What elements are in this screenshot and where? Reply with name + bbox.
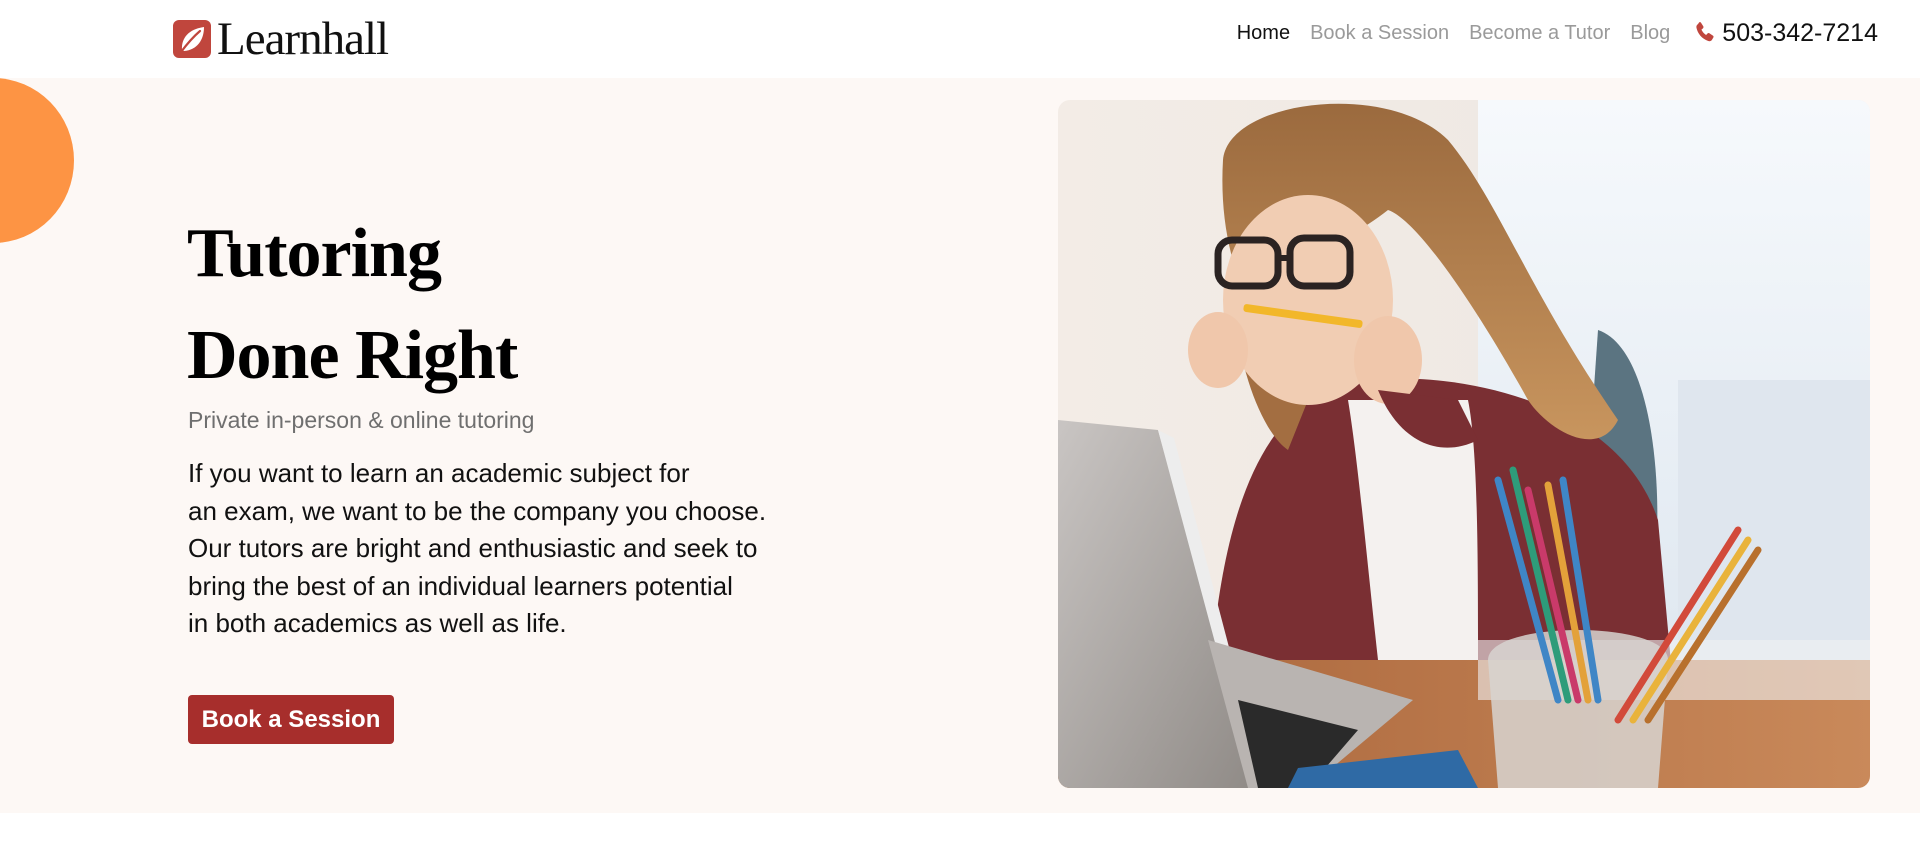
description-line: bring the best of an individual learners… bbox=[188, 570, 733, 601]
main-nav: Home Book a Session Become a Tutor Blog … bbox=[1217, 18, 1878, 48]
logo[interactable]: Learnhall bbox=[173, 13, 389, 65]
decorative-blob bbox=[0, 78, 74, 243]
student-with-laptop-photo bbox=[1058, 100, 1870, 788]
hero-title-line: Tutoring bbox=[187, 215, 442, 292]
hero-section: Tutoring Done Right Private in-person & … bbox=[0, 78, 1920, 813]
brand-name: Learnhall bbox=[217, 13, 389, 65]
hero-description: If you want to learn an academic subject… bbox=[188, 455, 828, 643]
nav-book-a-session[interactable]: Book a Session bbox=[1310, 18, 1449, 48]
nav-become-a-tutor[interactable]: Become a Tutor bbox=[1469, 18, 1610, 48]
phone-number: 503-342-7214 bbox=[1722, 19, 1878, 47]
description-line: in both academics as well as life. bbox=[188, 608, 567, 638]
description-line: Our tutors are bright and enthusiastic a… bbox=[188, 533, 758, 563]
hero-title-line: Done Right bbox=[187, 317, 518, 394]
phone-link[interactable]: 503-342-7214 bbox=[1692, 18, 1878, 48]
hero-subtitle: Private in-person & online tutoring bbox=[188, 407, 535, 433]
leaf-icon bbox=[173, 20, 211, 58]
nav-home[interactable]: Home bbox=[1237, 18, 1290, 48]
book-session-button[interactable]: Book a Session bbox=[188, 695, 394, 744]
phone-icon bbox=[1692, 20, 1718, 46]
site-header: Learnhall Home Book a Session Become a T… bbox=[0, 0, 1920, 78]
nav-blog[interactable]: Blog bbox=[1630, 18, 1670, 48]
description-line: If you want to learn an academic subject… bbox=[188, 458, 690, 488]
hero-title: Tutoring Done Right bbox=[187, 203, 518, 407]
description-line: an exam, we want to be the company you c… bbox=[188, 495, 767, 526]
